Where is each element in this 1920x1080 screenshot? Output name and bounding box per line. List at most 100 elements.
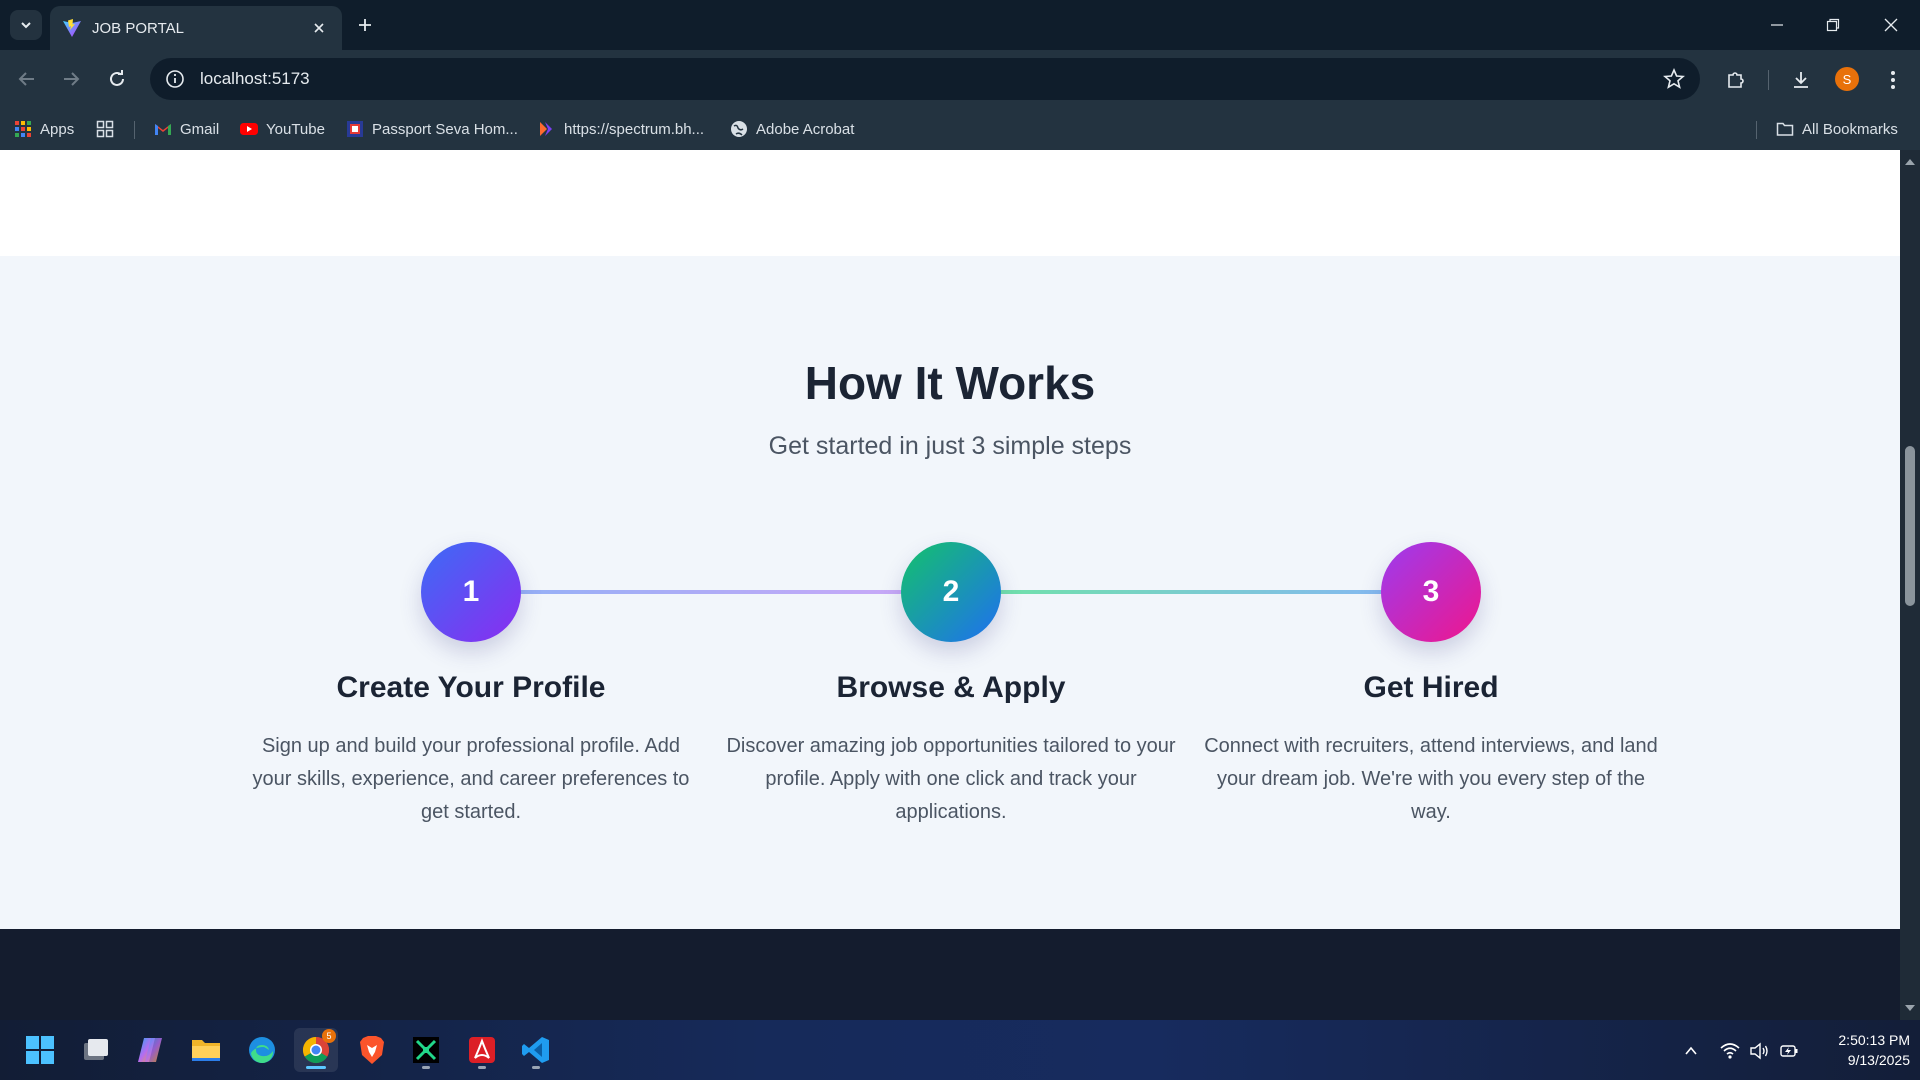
bookmarks-bar: Apps Gmail YouTube Passport Seva Hom... … <box>0 108 1920 150</box>
all-bookmarks-button[interactable]: All Bookmarks <box>1776 116 1898 142</box>
previous-section-bottom <box>0 150 1900 256</box>
address-bar[interactable]: localhost:5173 <box>150 58 1700 100</box>
acrobat-button[interactable] <box>460 1028 504 1072</box>
scroll-down-arrow-icon[interactable] <box>1904 1002 1916 1014</box>
reload-icon <box>110 70 124 86</box>
bookmark-label: Passport Seva Hom... <box>372 120 518 138</box>
tray-overflow-button[interactable] <box>1680 1040 1702 1062</box>
chrome-button[interactable]: 5 <box>294 1028 338 1072</box>
back-button[interactable] <box>12 64 42 94</box>
tab-search-button[interactable] <box>10 10 42 40</box>
puzzle-icon <box>1728 72 1744 88</box>
vscode-button[interactable] <box>514 1028 558 1072</box>
footer-section-top <box>0 929 1900 1020</box>
bookmark-spectrum[interactable]: https://spectrum.bh... <box>538 116 704 142</box>
bookmark-apps[interactable]: Apps <box>14 116 74 142</box>
restore-button[interactable] <box>1818 12 1848 38</box>
plus-icon <box>359 19 371 31</box>
page-scrollbar[interactable] <box>1900 150 1920 1020</box>
copilot-button[interactable] <box>128 1028 172 1072</box>
running-indicator <box>306 1066 326 1069</box>
scroll-up-arrow-icon[interactable] <box>1904 156 1916 168</box>
site-info-icon[interactable] <box>164 68 186 90</box>
browser-menu-button[interactable] <box>1879 66 1907 94</box>
bookmark-label: Apps <box>40 120 75 138</box>
step-2-description: Discover amazing job opportunities tailo… <box>726 735 1176 823</box>
globe-icon <box>731 121 747 137</box>
step-1-title: Create Your Profile <box>336 671 606 704</box>
new-tab-button[interactable] <box>352 12 378 38</box>
passport-seva-icon <box>347 121 363 137</box>
clock-date: 9/13/2025 <box>1847 1052 1910 1068</box>
brave-icon <box>360 1036 384 1064</box>
edge-icon <box>249 1037 275 1064</box>
step-2-title: Browse & Apply <box>836 671 1066 704</box>
task-view-button[interactable] <box>74 1028 118 1072</box>
step-3-badge: 3 <box>1381 542 1481 642</box>
battery-button[interactable] <box>1778 1040 1800 1062</box>
copilot-icon <box>138 1038 162 1062</box>
profile-avatar[interactable]: S <box>1835 67 1859 91</box>
bookmark-separator <box>134 121 135 139</box>
bookmark-tab-groups[interactable] <box>96 116 122 142</box>
step-connector-1 <box>470 590 910 594</box>
kebab-menu-icon <box>1891 71 1895 89</box>
folder-icon <box>1776 122 1794 136</box>
bookmark-label: Gmail <box>180 120 220 138</box>
step-1-badge: 1 <box>421 542 521 642</box>
youtube-icon <box>240 123 258 135</box>
toolbar-separator <box>1768 70 1769 90</box>
apps-grid-icon <box>15 121 31 137</box>
bookmark-label: YouTube <box>266 120 325 138</box>
how-it-works-section: How It Works Get started in just 3 simpl… <box>0 256 1900 929</box>
clock-time: 2:50:13 PM <box>1838 1032 1910 1048</box>
acrobat-icon <box>469 1037 495 1063</box>
brave-button[interactable] <box>350 1028 394 1072</box>
step-3-title: Get Hired <box>1363 671 1499 704</box>
speaker-icon <box>1750 1042 1768 1060</box>
system-clock[interactable]: 2:50:13 PM 9/13/2025 <box>1800 1030 1910 1070</box>
running-indicator <box>422 1066 430 1069</box>
bookmark-youtube[interactable]: YouTube <box>240 116 325 142</box>
url-text[interactable]: localhost:5173 <box>200 69 1662 89</box>
browser-tab-active[interactable]: JOB PORTAL <box>50 6 342 50</box>
forward-button[interactable] <box>56 64 86 94</box>
arrow-left-icon <box>18 72 34 86</box>
reload-button[interactable] <box>102 64 132 94</box>
bookmark-gmail[interactable]: Gmail <box>154 116 219 142</box>
volume-button[interactable] <box>1748 1040 1770 1062</box>
file-explorer-button[interactable] <box>184 1028 228 1072</box>
edge-button[interactable] <box>240 1028 284 1072</box>
close-window-button[interactable] <box>1876 12 1906 38</box>
wifi-button[interactable] <box>1719 1040 1741 1062</box>
downloads-button[interactable] <box>1787 66 1815 94</box>
section-title: How It Works <box>804 357 1096 409</box>
step-2-badge: 2 <box>901 542 1001 642</box>
all-bookmarks-label: All Bookmarks <box>1802 120 1898 138</box>
step-3-description: Connect with recruiters, attend intervie… <box>1204 735 1658 823</box>
folder-icon <box>192 1040 220 1061</box>
download-icon <box>1794 72 1808 88</box>
minimize-icon <box>1771 24 1783 26</box>
bookmark-label: https://spectrum.bh... <box>564 120 705 138</box>
running-indicator <box>478 1066 486 1069</box>
wifi-icon <box>1720 1043 1740 1059</box>
scrollbar-thumb[interactable] <box>1905 446 1915 606</box>
bookmark-separator <box>1756 121 1757 139</box>
start-button[interactable] <box>18 1028 62 1072</box>
bookmark-adobe-acrobat[interactable]: Adobe Acrobat <box>730 116 854 142</box>
bookmark-passport-seva[interactable]: Passport Seva Hom... <box>346 116 518 142</box>
bookmark-star-icon[interactable] <box>1662 67 1686 91</box>
extensions-button[interactable] <box>1722 66 1750 94</box>
browser-toolbar: localhost:5173 S <box>0 50 1920 108</box>
python-ide-button[interactable] <box>404 1028 448 1072</box>
tab-groups-icon <box>96 120 114 138</box>
minimize-button[interactable] <box>1762 12 1792 38</box>
tab-close-button[interactable] <box>308 17 330 39</box>
bookmark-label: Adobe Acrobat <box>756 120 855 138</box>
python-ide-icon <box>413 1037 439 1063</box>
tab-title: JOB PORTAL <box>92 19 184 37</box>
restore-icon <box>1826 18 1840 32</box>
running-indicator <box>532 1066 540 1069</box>
chevron-up-icon <box>1685 1046 1697 1055</box>
